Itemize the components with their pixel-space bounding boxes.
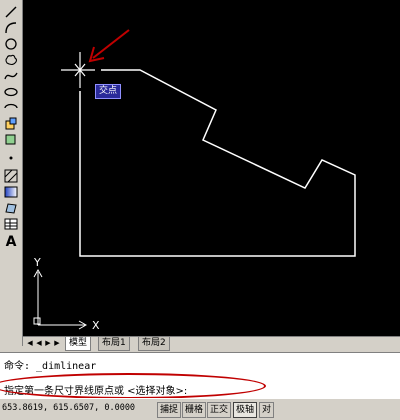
- osnap-toggle[interactable]: 对: [259, 402, 275, 418]
- ortho-toggle[interactable]: 正交: [207, 402, 232, 418]
- tab-layout2[interactable]: 布局2: [138, 337, 170, 351]
- hatch-icon[interactable]: [3, 168, 19, 184]
- region-icon[interactable]: [3, 200, 19, 216]
- insert-block-icon[interactable]: [3, 116, 19, 132]
- gradient-icon[interactable]: [3, 184, 19, 200]
- snap-toggle[interactable]: 捕捉: [157, 402, 182, 418]
- annotation-arrow: [88, 29, 130, 63]
- status-bar: 653.8619, 615.6507, 0.0000 捕捉 栅格 正交 极轴 对: [0, 398, 400, 420]
- tab-model[interactable]: 模型: [65, 337, 92, 351]
- circle-icon[interactable]: [3, 36, 19, 52]
- point-icon[interactable]: [3, 150, 19, 166]
- drawing-canvas[interactable]: Y X 交点: [23, 0, 400, 336]
- ucs-x-label: X: [92, 319, 100, 332]
- ellipse-arc-icon[interactable]: [3, 100, 19, 116]
- grid-toggle[interactable]: 栅格: [182, 402, 207, 418]
- last-tab-icon[interactable]: ▶: [53, 339, 61, 348]
- osnap-tooltip: 交点: [95, 84, 122, 99]
- command-history-line: 命令: _dimlinear: [4, 361, 97, 372]
- polar-toggle[interactable]: 极轴: [233, 402, 258, 418]
- table-icon[interactable]: [3, 216, 19, 232]
- first-tab-icon[interactable]: ◀: [26, 339, 34, 348]
- layout-tab-bar: ◀ ◀ ▶ ▶ 模型 布局1 布局2: [23, 336, 400, 351]
- line-icon[interactable]: [3, 4, 19, 20]
- ucs-y-label: Y: [33, 256, 41, 269]
- revision-cloud-icon[interactable]: [3, 52, 19, 68]
- draw-toolbar: A: [0, 0, 23, 346]
- ellipse-icon[interactable]: [3, 84, 19, 100]
- profile-polyline[interactable]: [79, 69, 356, 257]
- ucs-icon: [33, 268, 88, 330]
- arc-icon[interactable]: [3, 20, 19, 36]
- prev-tab-icon[interactable]: ◀: [35, 339, 43, 348]
- make-block-icon[interactable]: [3, 132, 19, 148]
- next-tab-icon[interactable]: ▶: [44, 339, 52, 348]
- cursor-coordinates: 653.8619, 615.6507, 0.0000: [2, 403, 136, 413]
- tab-layout1[interactable]: 布局1: [98, 337, 130, 351]
- spline-icon[interactable]: [3, 68, 19, 84]
- command-window[interactable]: 命令: _dimlinear 指定第一条尺寸界线原点或 <选择对象>:: [0, 352, 400, 399]
- multiline-text-icon[interactable]: A: [3, 234, 19, 250]
- cursor-crosshair: [61, 52, 95, 88]
- highlight-ellipse: [0, 373, 266, 399]
